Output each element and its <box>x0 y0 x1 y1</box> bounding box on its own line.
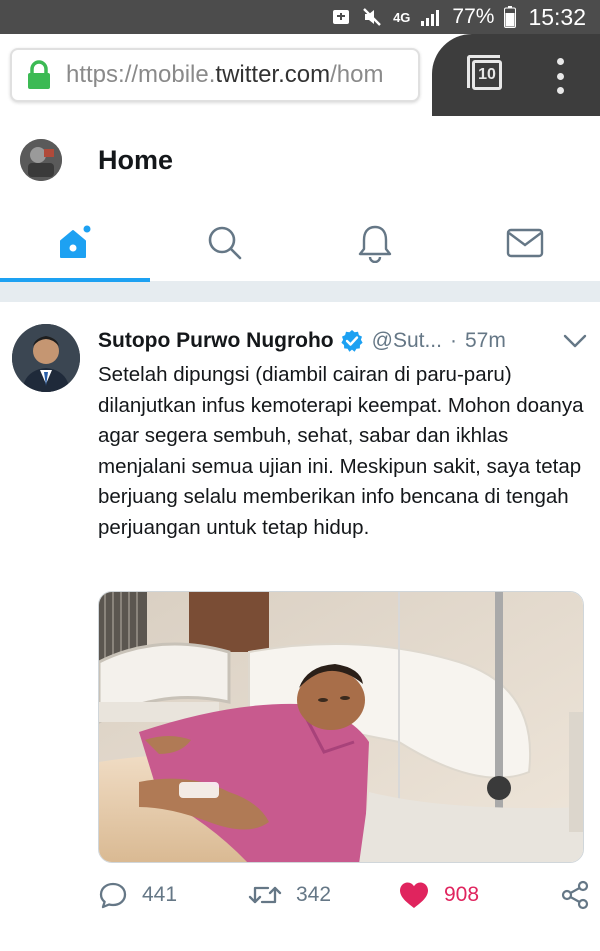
tab-switcher-button[interactable]: 10 <box>467 55 502 90</box>
author-handle[interactable]: @Sut... <box>372 329 442 353</box>
share-icon <box>561 880 589 910</box>
tweet-timestamp[interactable]: 57m <box>465 329 506 353</box>
heart-icon <box>400 882 428 908</box>
url-text: https://mobile.twitter.com/hom <box>66 61 383 89</box>
timeline-divider <box>0 282 600 302</box>
retweet-button[interactable]: 342 <box>248 882 398 908</box>
profile-avatar[interactable] <box>20 139 62 181</box>
browser-tab-area: 10 <box>432 34 600 116</box>
mute-icon <box>361 6 383 28</box>
menu-dot <box>556 87 564 94</box>
tweet-text: Setelah dipungsi (diambil cairan di paru… <box>98 363 584 539</box>
share-button[interactable] <box>560 880 590 910</box>
verified-badge-icon <box>341 330 363 352</box>
url-host: twitter.com <box>215 61 331 88</box>
reply-button[interactable]: 441 <box>98 881 248 909</box>
author-avatar[interactable] <box>12 324 80 392</box>
signal-icon <box>420 8 442 26</box>
tab-search[interactable] <box>150 204 300 281</box>
tab-notifications[interactable] <box>300 204 450 281</box>
silent-profile-icon <box>331 7 351 27</box>
tweet-header: Sutopo Purwo Nugroho @Sut... · 57m <box>98 326 588 356</box>
battery-percent: 77% <box>452 5 495 28</box>
address-bar[interactable]: https://mobile.twitter.com/hom <box>10 48 420 102</box>
retweet-icon <box>248 886 282 904</box>
tab-messages[interactable] <box>450 204 600 281</box>
retweet-count: 342 <box>296 883 332 906</box>
tab-count: 10 <box>478 66 496 83</box>
like-button[interactable]: 908 <box>398 881 548 909</box>
bell-icon <box>358 225 392 263</box>
network-type: 4G <box>393 9 411 25</box>
chevron-down-icon[interactable] <box>562 328 588 354</box>
twitter-header: Home <box>0 116 600 204</box>
status-bar: 4G 77% 15:32 <box>0 0 600 34</box>
browser-menu-button[interactable] <box>548 58 572 94</box>
reply-count: 441 <box>142 883 178 906</box>
home-icon <box>60 225 91 258</box>
author-name[interactable]: Sutopo Purwo Nugroho <box>98 329 334 353</box>
url-path: /hom <box>330 61 384 88</box>
menu-dot <box>556 58 564 65</box>
envelope-icon <box>506 228 544 257</box>
clock: 15:32 <box>528 3 586 30</box>
tweet-actions: 441 342 908 <box>98 878 590 912</box>
twitter-nav-tabs <box>0 204 600 282</box>
like-count: 908 <box>444 883 480 906</box>
menu-dot <box>556 72 564 80</box>
url-scheme: https://mobile. <box>66 61 216 88</box>
separator-dot: · <box>449 329 457 352</box>
browser-toolbar: https://mobile.twitter.com/hom 10 <box>0 34 600 116</box>
lock-icon <box>28 60 50 89</box>
reply-icon <box>99 882 127 909</box>
search-icon <box>208 226 242 259</box>
tweet-photo[interactable] <box>98 591 584 863</box>
tweet[interactable]: Sutopo Purwo Nugroho @Sut... · 57m Setel… <box>0 302 600 951</box>
battery-icon <box>504 6 517 28</box>
page-title: Home <box>98 144 174 175</box>
tab-home[interactable] <box>0 204 150 282</box>
